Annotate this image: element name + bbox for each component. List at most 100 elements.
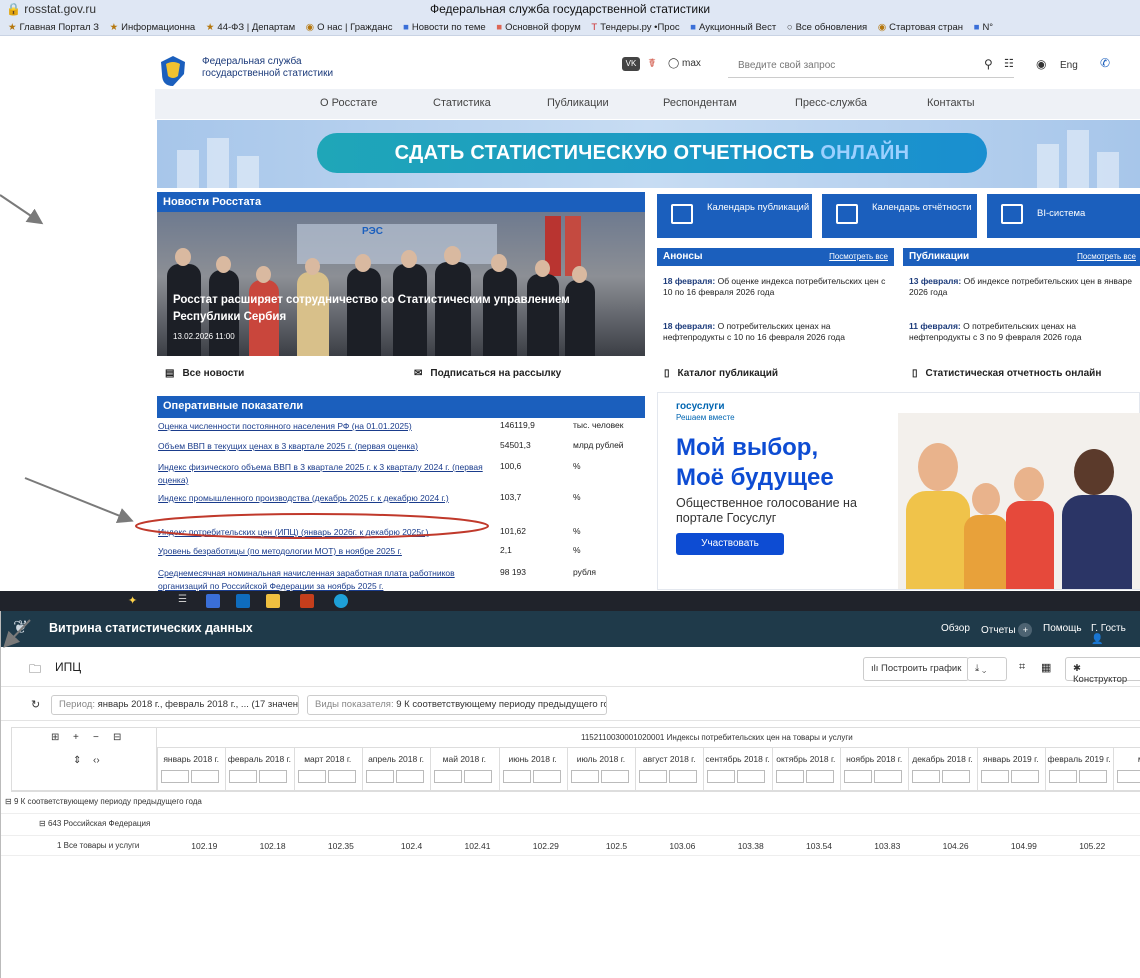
column-filter-input[interactable] — [502, 770, 531, 783]
cell-value[interactable]: 102.29 — [499, 841, 559, 851]
browser-address-bar[interactable]: 🔒 rosstat.gov.ru Федеральная служба госу… — [0, 0, 1140, 20]
outlook-icon[interactable] — [236, 594, 250, 608]
accessibility-eye-icon[interactable]: ◉ — [1036, 57, 1046, 71]
column-filter-input[interactable] — [600, 770, 629, 783]
bookmark-item[interactable]: ○ Все обновления — [787, 20, 867, 35]
column-filter-input[interactable] — [874, 770, 902, 783]
column-filter-input[interactable] — [775, 770, 804, 783]
column-filter-input[interactable] — [297, 770, 326, 783]
collapse-icon[interactable]: ⊟ — [5, 797, 12, 806]
cell-value[interactable]: 102.35 — [294, 841, 354, 851]
menu-overview[interactable]: Обзор — [941, 623, 970, 634]
cell-value[interactable]: 103.54 — [772, 841, 832, 851]
eagle-emblem-icon[interactable] — [158, 54, 188, 86]
column-filter-input[interactable] — [229, 770, 258, 783]
pivot-icon[interactable]: ⌗ — [1019, 661, 1025, 674]
indicator-link-cpi[interactable]: Индекс потребительских цен (ИПЦ) (январь… — [158, 526, 493, 539]
column-filter-input[interactable] — [1048, 770, 1077, 783]
publications-see-all[interactable]: Посмотреть все — [1077, 252, 1136, 261]
nav-statistics[interactable]: Статистика — [433, 97, 491, 109]
download-button[interactable]: ⤓ ⌄ — [967, 657, 1007, 681]
edge-icon[interactable] — [334, 594, 348, 608]
column-filter-input[interactable] — [805, 770, 834, 783]
minus-icon[interactable]: − — [93, 732, 99, 743]
search-icon[interactable]: ⚲ — [984, 57, 993, 71]
collapse-icon[interactable]: ⊟ — [39, 819, 46, 828]
nav-about[interactable]: О Росстате — [320, 97, 377, 109]
swap-axes-icon[interactable]: ‹› — [93, 755, 100, 766]
bookmark-item[interactable]: ■ Новости по теме — [403, 20, 486, 35]
announcements-see-all[interactable]: Посмотреть все — [829, 252, 888, 261]
cell-value[interactable]: 102.41 — [430, 841, 490, 851]
column-filter-input[interactable] — [161, 770, 189, 783]
bookmark-item[interactable]: ◉ Стартовая стран — [878, 20, 963, 35]
all-news-link[interactable]: ▤ Все новости — [165, 368, 244, 379]
indicator-kind-filter[interactable]: Виды показателя: 9 К соответствующему пе… — [307, 695, 607, 715]
bookmark-item[interactable]: ★ Главная Портал З — [8, 20, 99, 35]
banner-text[interactable]: СДАТЬ СТАТИСТИЧЕСКУЮ ОТЧЕТНОСТЬ ОНЛАЙН — [317, 133, 987, 173]
column-filter-input[interactable] — [395, 770, 424, 783]
plus-icon[interactable]: + — [73, 732, 79, 743]
announcement-item[interactable]: 18 февраля: О потребительских ценах на н… — [663, 321, 888, 342]
filter-icon[interactable]: ☷ — [1004, 57, 1014, 70]
indicator-link[interactable]: Объем ВВП в текущих ценах в 3 квартале 2… — [158, 440, 493, 453]
publication-item[interactable]: 13 февраля: Об индексе потребительских ц… — [909, 276, 1137, 297]
online-reporting-link[interactable]: ▯ Статистическая отчетность онлайн — [912, 368, 1101, 379]
indicator-link[interactable]: Среднемесячная номинальная начисленная з… — [158, 567, 478, 591]
column-filter-input[interactable] — [365, 770, 394, 783]
indicator-link[interactable]: Уровень безработицы (по методологии МОТ)… — [158, 545, 493, 558]
expand-all-icon[interactable]: ⊞ — [51, 732, 59, 743]
cell-value[interactable]: 102.19 — [157, 841, 217, 851]
column-filter-input[interactable] — [707, 770, 736, 783]
column-filter-input[interactable] — [912, 770, 941, 783]
indicator-link[interactable]: Оценка численности постоянного населения… — [158, 420, 493, 433]
column-filter-input[interactable] — [942, 770, 971, 783]
showcase-title[interactable]: Витрина статистических данных — [49, 621, 253, 635]
vk-icon[interactable]: VK — [622, 57, 640, 71]
column-filter-input[interactable] — [464, 770, 493, 783]
column-filter-input[interactable] — [1010, 770, 1039, 783]
tile-reporting-calendar[interactable]: Календарь отчётности — [822, 194, 977, 238]
cell-value[interactable]: 104.99 — [977, 841, 1037, 851]
bookmark-item[interactable]: ■ Основной форум — [496, 20, 580, 35]
cell-value[interactable]: 103.83 — [840, 841, 900, 851]
constructor-button[interactable]: ✱ Конструктор — [1065, 657, 1140, 685]
eagle-emblem-icon[interactable]: ❦ — [13, 617, 37, 641]
column-filter-input[interactable] — [434, 770, 463, 783]
column-filter-input[interactable] — [1117, 770, 1140, 783]
bookmark-item[interactable]: ■ Аукционный Вест — [690, 20, 776, 35]
tile-bi-system[interactable]: BI-система — [987, 194, 1140, 238]
online-reporting-banner[interactable]: СДАТЬ СТАТИСТИЧЕСКУЮ ОТЧЕТНОСТЬ ОНЛАЙН — [157, 120, 1140, 188]
refresh-icon[interactable]: ↻ — [31, 698, 40, 711]
folder-icon[interactable]: 🗀 — [29, 660, 41, 681]
period-filter[interactable]: Период: январь 2018 г., февраль 2018 г.,… — [51, 695, 299, 715]
column-filter-input[interactable] — [1078, 770, 1107, 783]
column-filter-input[interactable] — [844, 770, 872, 783]
powerpoint-icon[interactable] — [300, 594, 314, 608]
site-name[interactable]: Федеральная служба государственной стати… — [202, 56, 333, 80]
build-chart-button[interactable]: ılı Построить график — [863, 657, 970, 681]
column-filter-input[interactable] — [669, 770, 698, 783]
cell-value[interactable]: 102.5 — [567, 841, 627, 851]
news-caption[interactable]: Росстат расширяет сотрудничество со Стат… — [173, 292, 613, 326]
table-icon[interactable]: ▦ — [1041, 661, 1051, 674]
bookmark-item[interactable]: ◉ О нас | Гражданс — [306, 20, 393, 35]
column-filter-input[interactable] — [259, 770, 288, 783]
column-filter-input[interactable] — [570, 770, 599, 783]
cell-value[interactable]: 102.4 — [362, 841, 422, 851]
column-filter-input[interactable] — [639, 770, 668, 783]
group-row-kind[interactable]: ⊟ 9 К соответствующему периоду предыдуще… — [5, 797, 202, 806]
nav-respondents[interactable]: Респондентам — [663, 97, 737, 109]
column-filter-input[interactable] — [980, 770, 1009, 783]
phone-icon[interactable]: ✆ — [1100, 56, 1110, 70]
tile-publication-calendar[interactable]: Календарь публикаций — [657, 194, 812, 238]
max-link[interactable]: ◯ max — [668, 58, 701, 69]
nav-contacts[interactable]: Контакты — [927, 97, 975, 109]
yandex-browser-icon[interactable] — [206, 594, 220, 608]
task-view-icon[interactable]: ☰ — [178, 594, 192, 608]
column-filter-input[interactable] — [327, 770, 356, 783]
news-photo[interactable]: РЭС Росстат расширяет сотрудничество со … — [157, 212, 645, 356]
plus-icon[interactable]: + — [1018, 623, 1033, 637]
nav-press[interactable]: Пресс-служба — [795, 97, 867, 109]
copilot-icon[interactable]: ✦ — [128, 594, 142, 608]
